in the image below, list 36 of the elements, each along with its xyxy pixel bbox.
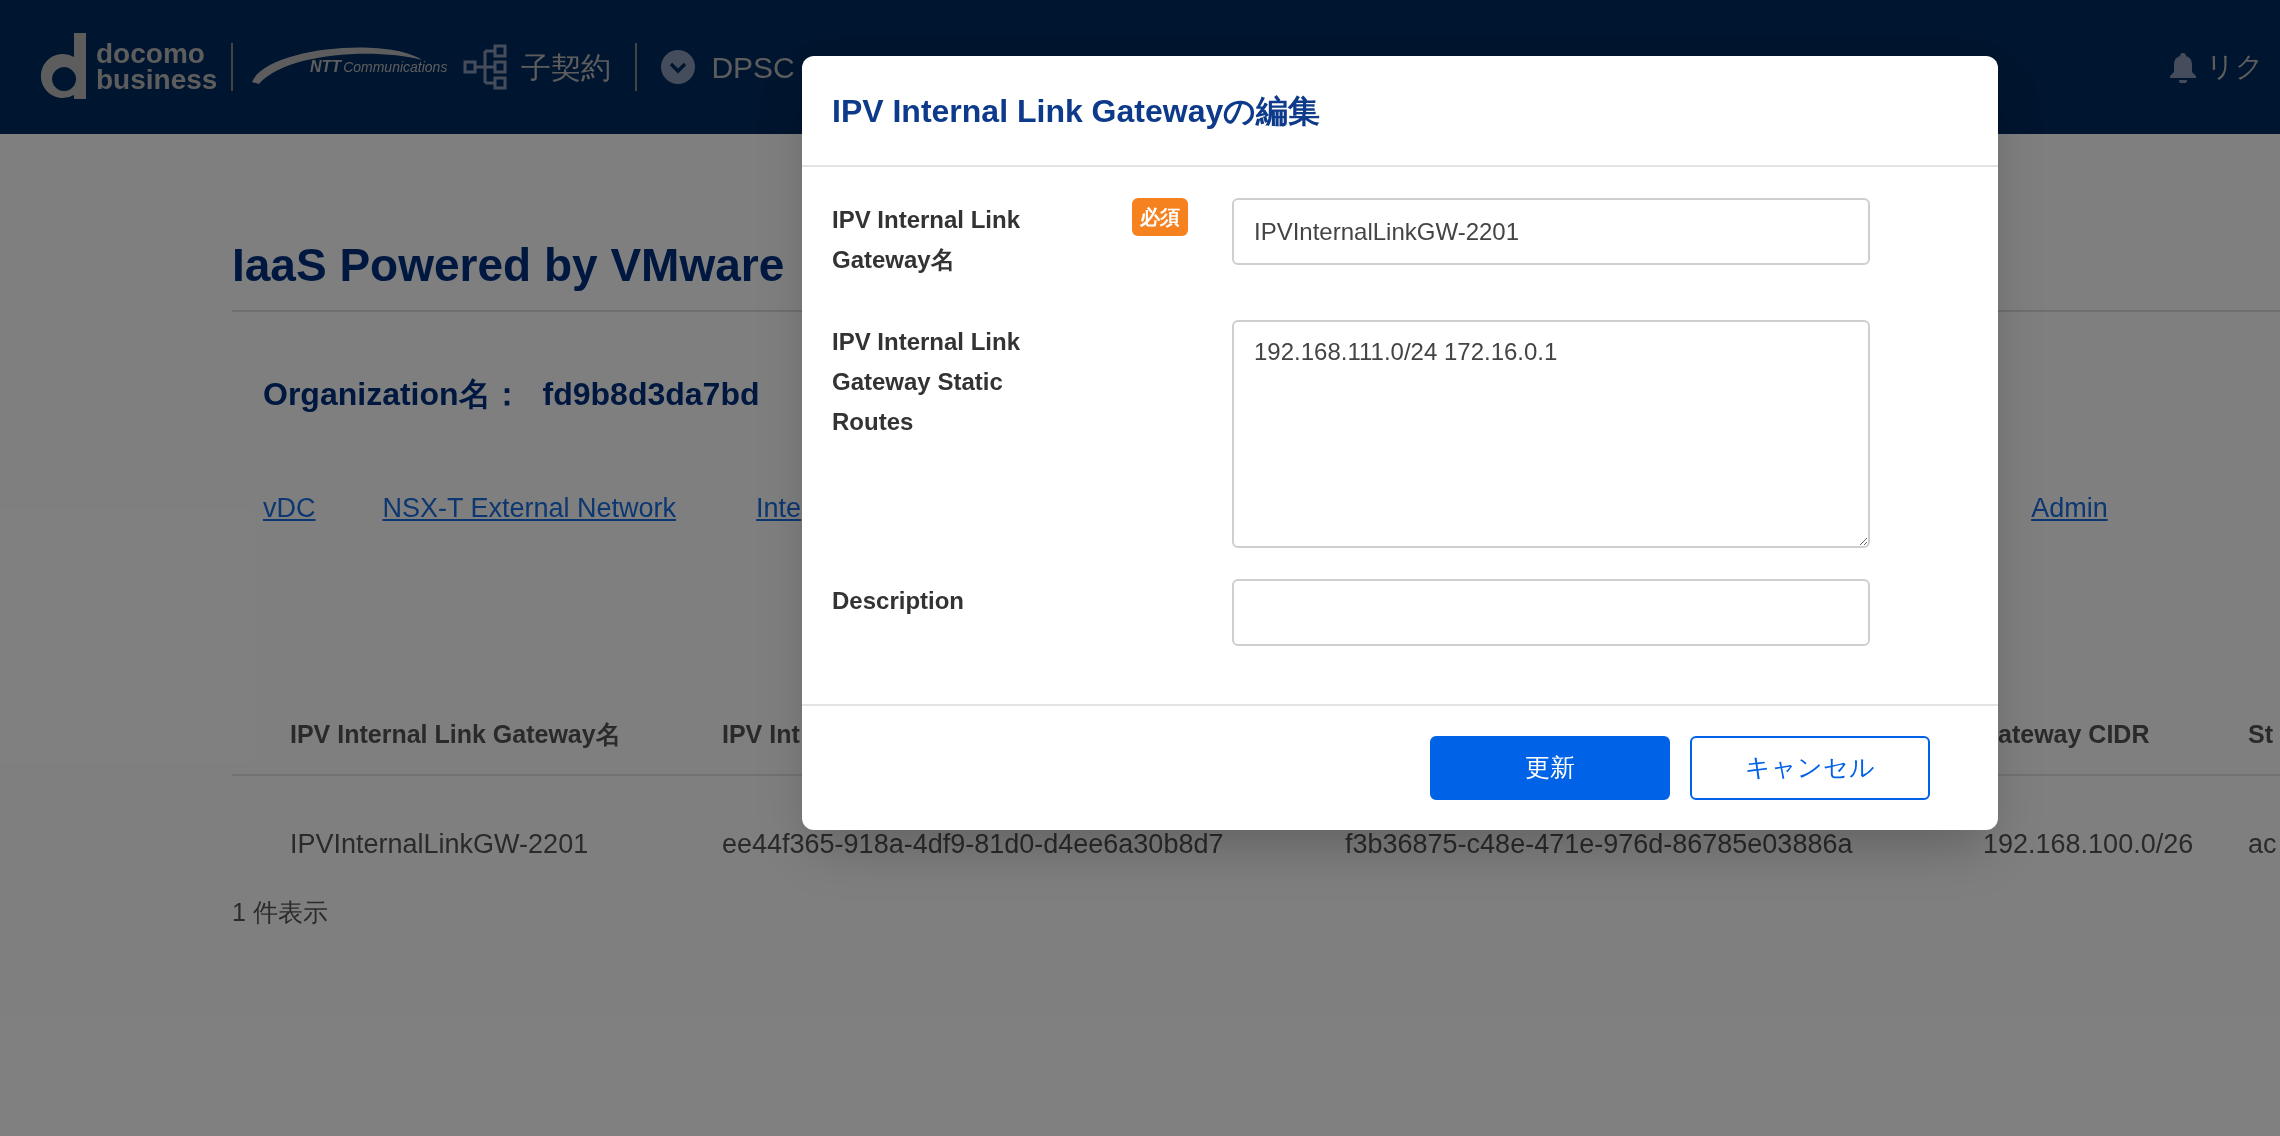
field-label: IPV Internal Link Gateway名: [832, 205, 1022, 275]
contract-link[interactable]: 子契約: [521, 44, 612, 90]
nav-link[interactable]: Admin: [2031, 487, 2108, 529]
chevron-down-icon: [661, 50, 696, 84]
column-header: IPV Internal Link Gateway名: [290, 720, 621, 749]
nav-link[interactable]: NSX-T External Network: [382, 487, 677, 529]
service-menu[interactable]: DPSC: [711, 44, 795, 90]
notification-label[interactable]: リク: [2206, 46, 2264, 88]
text-field[interactable]: [1232, 579, 1870, 646]
hierarchy-icon: [463, 44, 510, 90]
dialog-title: IPV Internal Link Gatewayの編集: [832, 91, 1321, 131]
table-cell: IPVInternalLinkGW-2201: [290, 828, 589, 859]
result-count: 1 件表示: [232, 897, 329, 928]
page-title: IaaS Powered by VMware: [232, 238, 785, 293]
column-header: St: [2248, 720, 2273, 749]
organization-id: fd9b8d3da7bd: [542, 375, 760, 414]
table-cell: f3b36875-c48e-471e-976d-86785e03886a: [1345, 828, 1853, 859]
bell-icon[interactable]: [2168, 51, 2198, 83]
table-cell: ac: [2248, 828, 2277, 859]
cancel-button[interactable]: キャンセル: [1690, 736, 1930, 800]
brand-name: business: [96, 67, 218, 93]
nav-link[interactable]: Inte: [756, 487, 802, 529]
required-badge: 必須: [1132, 198, 1188, 236]
column-header: IPV Int: [722, 720, 800, 749]
table-cell: 192.168.100.0/26: [1983, 828, 2194, 859]
update-button[interactable]: 更新: [1430, 736, 1670, 800]
routes-textarea[interactable]: 192.168.111.0/24 172.16.0.1: [1232, 320, 1870, 548]
organization-label: Organization名：: [263, 375, 523, 414]
column-header: ateway CIDR: [1998, 720, 2150, 749]
text-field[interactable]: IPVInternalLinkGW-2201: [1232, 198, 1870, 265]
field-label: IPV Internal Link Gateway Static Routes: [832, 327, 1022, 437]
table-cell: ee44f365-918a-4df9-81d0-d4ee6a30b8d7: [722, 828, 1224, 859]
logo-d-icon: [40, 33, 88, 101]
brand-name: docomo: [96, 41, 206, 67]
field-label: Description: [832, 586, 966, 616]
nav-link[interactable]: vDC: [263, 487, 316, 529]
